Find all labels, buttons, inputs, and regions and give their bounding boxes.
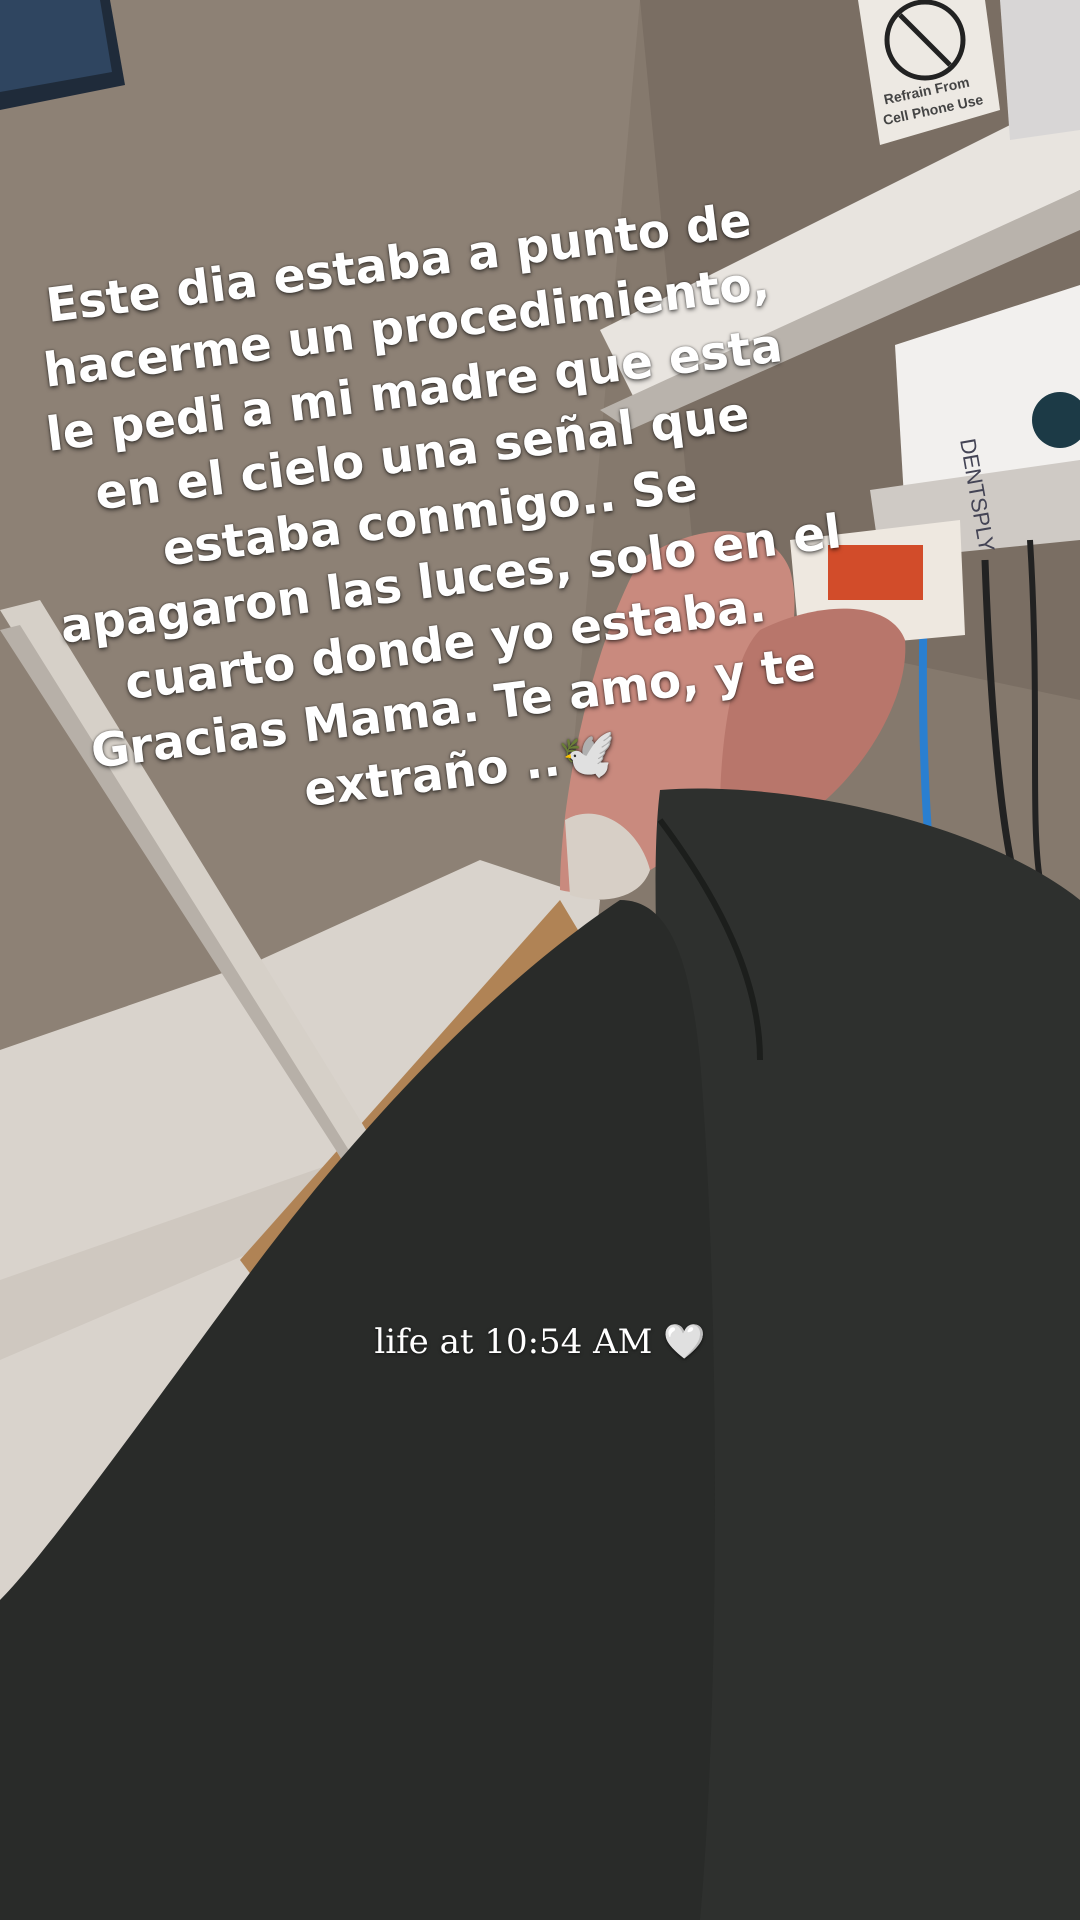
photo-scene: DENTSPLY Refrain From Cell Phone Use Est… bbox=[0, 0, 1080, 1920]
dove-icon: 🕊️ bbox=[556, 725, 622, 787]
caption-text: life at 10:54 AM bbox=[374, 1322, 653, 1362]
time-caption: life at 10:54 AM 🤍 bbox=[0, 1322, 1080, 1362]
story-text-overlay: Este dia estaba a punto de hacerme un pr… bbox=[18, 186, 844, 850]
white-heart-icon: 🤍 bbox=[663, 1322, 706, 1362]
